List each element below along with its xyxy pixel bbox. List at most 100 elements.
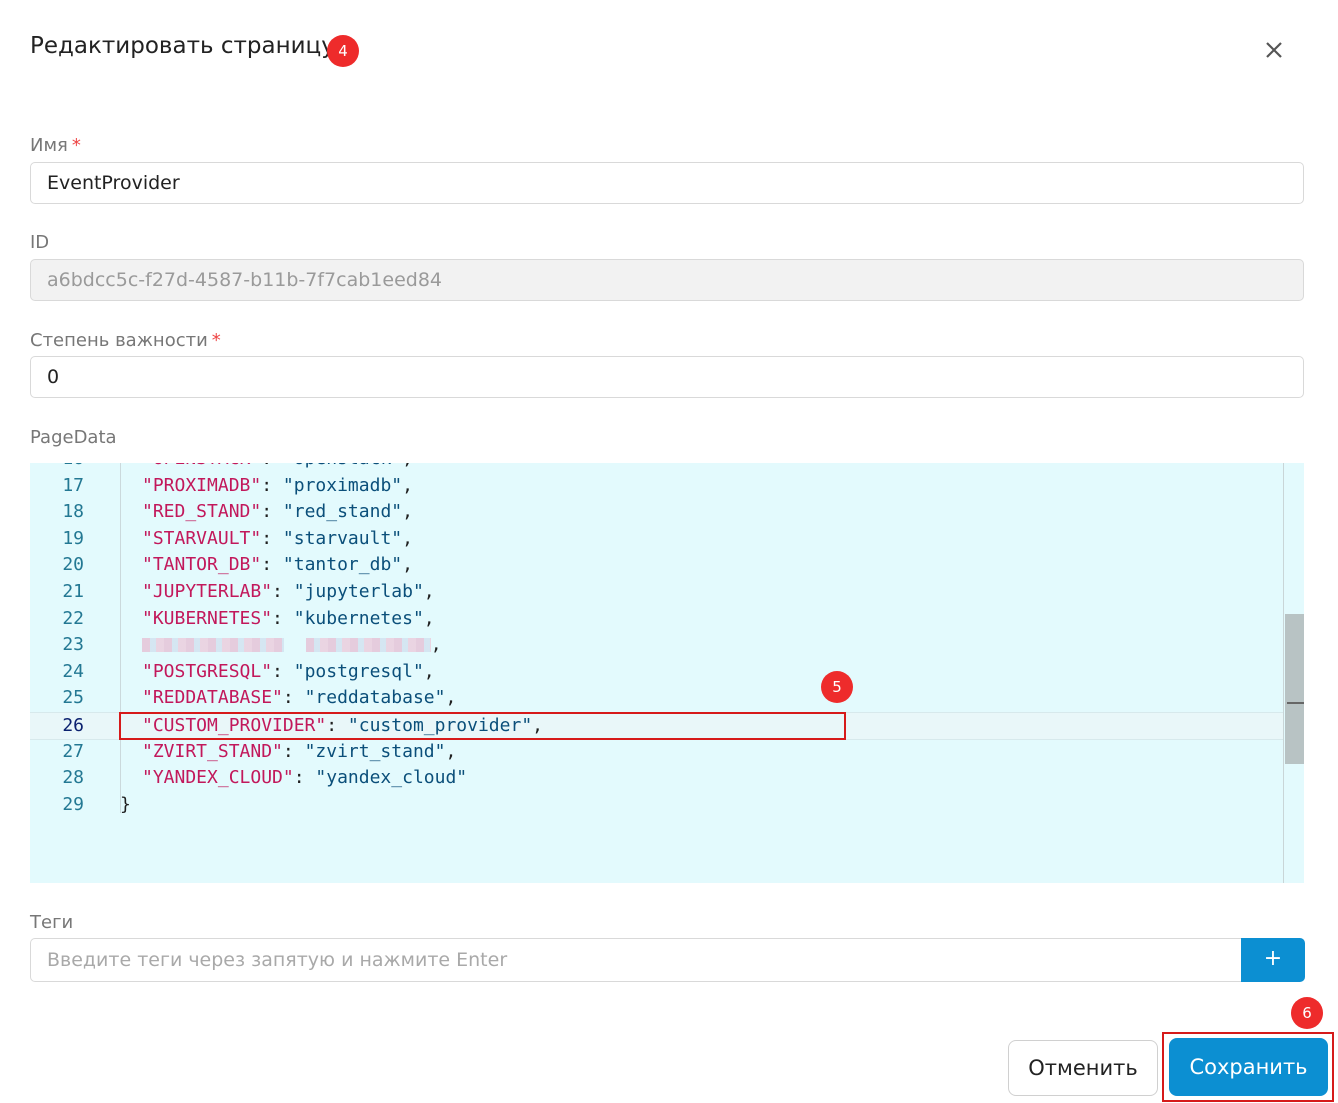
- code-punctuation: ,: [445, 687, 457, 709]
- code-text: "POSTGRESQL": "postgresql",: [142, 660, 435, 682]
- code-line: 24 "POSTGRESQL": "postgresql",: [30, 659, 1284, 685]
- line-number: 22: [62, 607, 84, 629]
- code-text: "CUSTOM_PROVIDER": "custom_provider",: [142, 715, 543, 736]
- json-value: "yandex_cloud": [315, 767, 468, 789]
- json-value: "reddatabase": [304, 687, 446, 709]
- code-line: 29}: [30, 792, 1284, 818]
- id-label: ID: [30, 232, 50, 253]
- priority-label: Степень важности *: [30, 330, 221, 351]
- scrollbar-cursor-marker: [1287, 702, 1304, 704]
- code-punctuation: ,: [430, 634, 442, 656]
- line-number: 21: [62, 581, 84, 602]
- redacted-key: [142, 638, 284, 653]
- code-text: "OPENSTACK": "openstack",: [142, 463, 413, 472]
- json-value: "tantor_db": [282, 554, 403, 576]
- line-number: 20: [62, 554, 84, 576]
- code-punctuation: ,: [402, 463, 413, 469]
- priority-input[interactable]: 0: [30, 356, 1304, 398]
- json-key: "OPENSTACK": [142, 463, 261, 469]
- code-text: }: [120, 792, 131, 818]
- tags-label: Теги: [30, 912, 74, 933]
- line-number: 16: [30, 463, 84, 472]
- json-key: "CUSTOM_PROVIDER": [142, 715, 327, 736]
- cancel-button[interactable]: Отменить: [1008, 1040, 1158, 1096]
- json-value: "postgresql": [293, 660, 424, 682]
- line-number: 17: [62, 474, 84, 496]
- json-value: "openstack": [283, 463, 402, 469]
- json-value: "red_stand": [282, 501, 403, 523]
- close-icon[interactable]: [1258, 34, 1290, 66]
- json-key: "STARVAULT": [142, 527, 262, 549]
- json-key: "KUBERNETES": [142, 607, 273, 629]
- pagedata-label: PageData: [30, 427, 117, 448]
- json-value: "proximadb": [282, 474, 403, 496]
- json-key: "YANDEX_CLOUD": [142, 767, 294, 789]
- json-key: "RED_STAND": [142, 501, 262, 523]
- name-input[interactable]: EventProvider: [30, 162, 1304, 204]
- code-line: 27 "ZVIRT_STAND": "zvirt_stand",: [30, 739, 1284, 765]
- name-label-text: Имя: [30, 135, 68, 156]
- line-number: 29: [62, 793, 84, 815]
- json-value: "zvirt_stand": [304, 740, 446, 762]
- code-punctuation: ,: [402, 501, 413, 523]
- code-line: 23 ,: [30, 632, 1284, 658]
- line-number: 19: [62, 527, 84, 549]
- json-value: "kubernetes": [293, 607, 424, 629]
- json-value: "starvault": [282, 527, 403, 549]
- code-line: 16 "OPENSTACK": "openstack",: [30, 463, 1284, 472]
- code-text: "TANTOR_DB": "tantor_db",: [142, 554, 413, 576]
- code-line: 18 "RED_STAND": "red_stand",: [30, 499, 1284, 525]
- code-text: "STARVAULT": "starvault",: [142, 527, 413, 549]
- json-key: "TANTOR_DB": [142, 554, 262, 576]
- code-punctuation: ,: [423, 660, 435, 682]
- save-button[interactable]: Сохранить: [1169, 1038, 1328, 1096]
- code-line: 26 "CUSTOM_PROVIDER": "custom_provider",: [30, 712, 1284, 740]
- step-badge-5: 5: [821, 671, 853, 703]
- code-punctuation: ,: [402, 474, 413, 496]
- json-value: "jupyterlab": [293, 581, 424, 602]
- json-key: "PROXIMADB": [142, 474, 262, 496]
- line-number: 25: [62, 687, 84, 709]
- code-text: "JUPYTERLAB": "jupyterlab",: [142, 581, 435, 602]
- json-key: "JUPYTERLAB": [142, 581, 273, 602]
- indent-guide: [120, 463, 121, 813]
- editor-scrollbar-thumb[interactable]: [1285, 614, 1304, 764]
- line-number: 27: [62, 740, 84, 762]
- code-line: 28 "YANDEX_CLOUD": "yandex_cloud": [30, 765, 1284, 791]
- line-number: 23: [62, 634, 84, 656]
- code-punctuation: }: [120, 793, 131, 815]
- add-tag-button[interactable]: +: [1241, 938, 1305, 982]
- json-key: "POSTGRESQL": [142, 660, 273, 682]
- code-text: "RED_STAND": "red_stand",: [142, 501, 413, 523]
- code-text: "ZVIRT_STAND": "zvirt_stand",: [142, 740, 457, 762]
- code-line: 20 "TANTOR_DB": "tantor_db",: [30, 552, 1284, 578]
- tags-input[interactable]: Введите теги через запятую и нажмите Ent…: [30, 938, 1242, 982]
- pagedata-code-editor[interactable]: 29} 28 "YANDEX_CLOUD": "yandex_cloud" 27 "ZV…: [30, 463, 1304, 883]
- code-text: ,: [142, 632, 442, 658]
- json-value: "custom_provider": [347, 715, 533, 736]
- code-text: "KUBERNETES": "kubernetes",: [142, 607, 435, 629]
- id-input: a6bdcc5c-f27d-4587-b11b-7f7cab1eed84: [30, 259, 1304, 301]
- code-text: "PROXIMADB": "proximadb",: [142, 474, 413, 496]
- json-key: "REDDATABASE": [142, 687, 283, 709]
- required-mark: *: [71, 135, 81, 156]
- step-badge-6: 6: [1291, 997, 1323, 1029]
- redacted-value: [305, 638, 431, 653]
- priority-label-text: Степень важности: [30, 330, 208, 351]
- code-punctuation: ,: [423, 607, 435, 629]
- code-line: 19 "STARVAULT": "starvault",: [30, 526, 1284, 552]
- required-mark: *: [211, 330, 221, 351]
- json-key: "ZVIRT_STAND": [142, 740, 283, 762]
- code-line: 21 "JUPYTERLAB": "jupyterlab",: [30, 579, 1284, 605]
- code-punctuation: ,: [402, 554, 413, 576]
- code-text: "REDDATABASE": "reddatabase",: [142, 687, 457, 709]
- dialog-title: Редактировать страницу: [30, 33, 335, 59]
- code-line: 25 "REDDATABASE": "reddatabase",: [30, 685, 1284, 711]
- line-number: 18: [62, 501, 84, 523]
- code-line: 17 "PROXIMADB": "proximadb",: [30, 473, 1284, 499]
- code-line: 22 "KUBERNETES": "kubernetes",: [30, 606, 1284, 632]
- code-punctuation: ,: [402, 527, 413, 549]
- line-number: 28: [62, 767, 84, 789]
- line-number: 24: [62, 660, 84, 682]
- line-number: 26: [62, 715, 84, 736]
